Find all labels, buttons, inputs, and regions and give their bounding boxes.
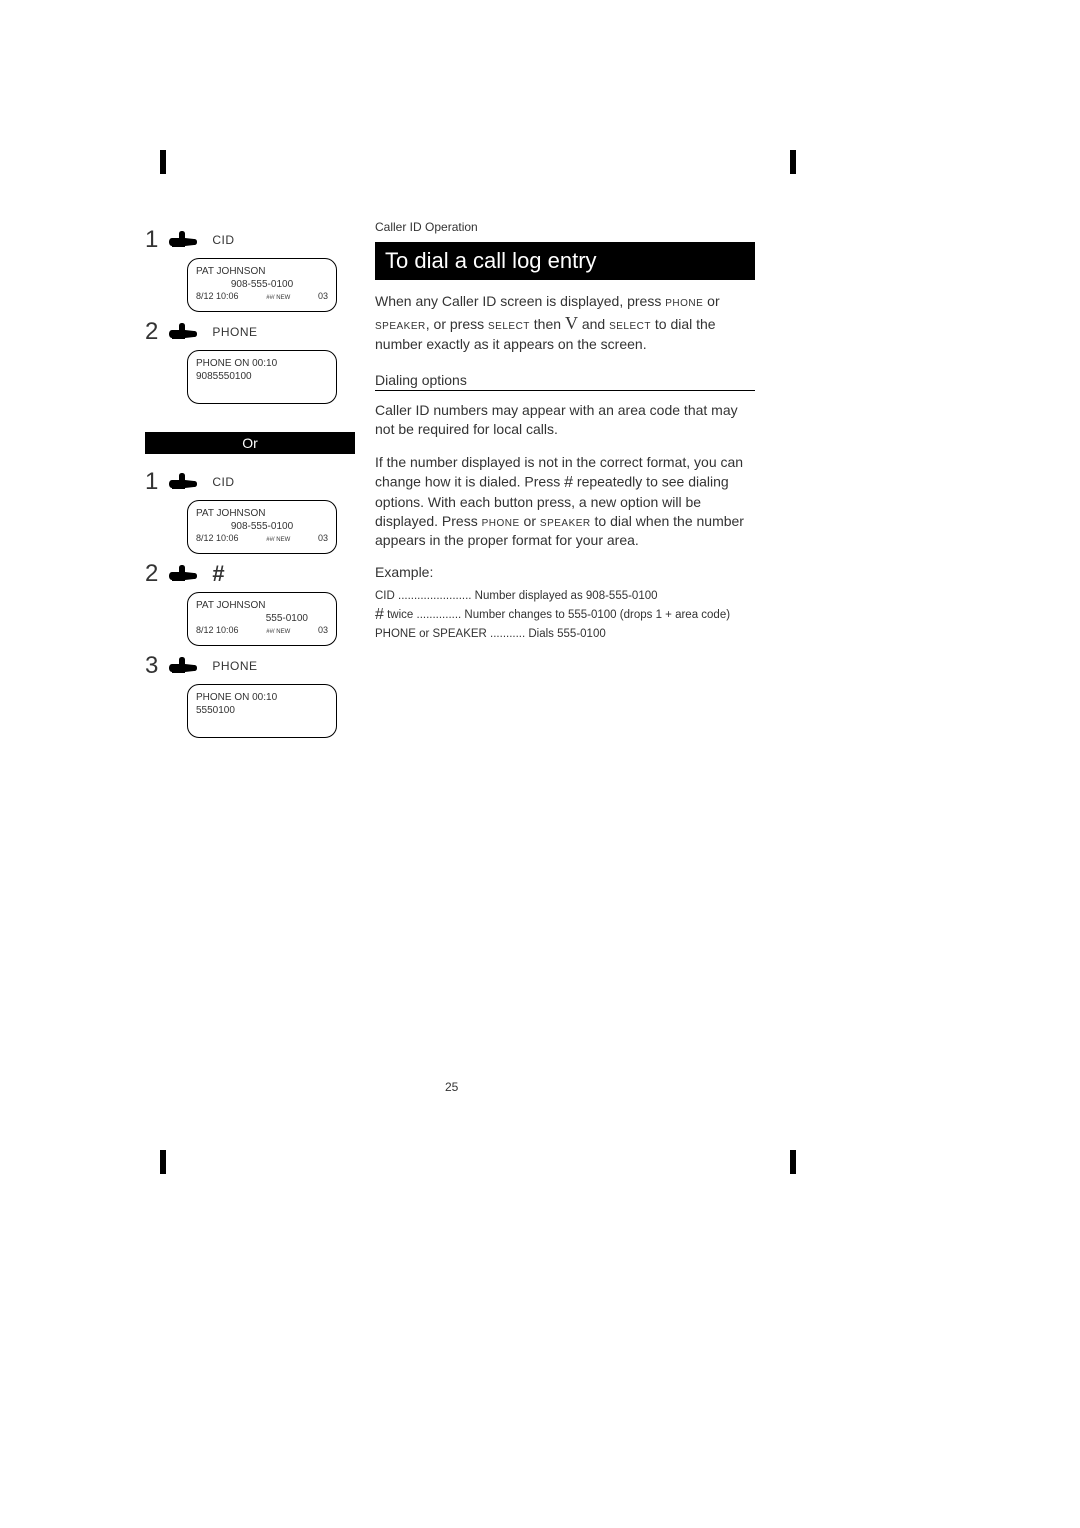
example-label: Example: xyxy=(375,564,755,580)
lcd-counter: 03 xyxy=(318,533,328,545)
pointing-hand-icon xyxy=(168,470,202,494)
pointing-hand-icon xyxy=(168,320,202,344)
step-number: 1 xyxy=(145,226,158,254)
step-a2: 2 PHONE xyxy=(145,318,355,346)
step-b1: 1 CID xyxy=(145,468,355,496)
lcd-line: 908-555-0100 xyxy=(196,520,328,533)
lcd-line: PAT JOHNSON xyxy=(196,265,328,278)
lcd-line: 555-0100 xyxy=(196,612,328,625)
key-down-arrow: V xyxy=(565,313,578,333)
lcd-datetime: 8/12 10:06 xyxy=(196,625,239,637)
text: or xyxy=(520,513,540,529)
lcd-line: 9085550100 xyxy=(196,370,328,383)
lcd-line: 5550100 xyxy=(196,704,328,717)
step-number: 2 xyxy=(145,318,158,346)
step-number: 3 xyxy=(145,652,158,680)
lcd-line: 908-555-0100 xyxy=(196,278,328,291)
lcd-line: 8/12 10:06 ##/ NEW 03 xyxy=(196,291,328,303)
section-kicker: Caller ID Operation xyxy=(375,220,755,234)
lcd-line: PAT JOHNSON xyxy=(196,599,328,612)
step-label: PHONE xyxy=(212,325,257,339)
text: , or press xyxy=(426,316,488,332)
key-select: SELECT xyxy=(488,316,530,332)
text: or xyxy=(703,293,719,309)
paragraph: Caller ID numbers may appear with an are… xyxy=(375,401,755,439)
lcd-new-indicator: ##/ NEW xyxy=(266,537,290,545)
crop-mark xyxy=(160,1150,166,1174)
example-row: CID ....................... Number displ… xyxy=(375,590,755,602)
subheading: Dialing options xyxy=(375,372,755,391)
text: and xyxy=(578,316,609,332)
key-speaker: SPEAKER xyxy=(540,513,591,529)
lcd-datetime: 8/12 10:06 xyxy=(196,291,239,303)
step-label: CID xyxy=(212,475,234,489)
step-number: 1 xyxy=(145,468,158,496)
lcd-line: PAT JOHNSON xyxy=(196,507,328,520)
step-a1: 1 CID xyxy=(145,226,355,254)
step-label-hash: # xyxy=(212,561,224,587)
key-speaker: SPEAKER xyxy=(375,316,426,332)
step-label: PHONE xyxy=(212,659,257,673)
lcd-screen: PAT JOHNSON 908-555-0100 8/12 10:06 ##/ … xyxy=(187,500,337,554)
key-phone: PHONE xyxy=(482,513,520,529)
lcd-screen: PHONE ON 00:10 5550100 xyxy=(187,684,337,738)
or-divider: Or xyxy=(145,432,355,454)
pointing-hand-icon xyxy=(168,562,202,586)
crop-mark xyxy=(790,150,796,174)
crop-mark xyxy=(790,1150,796,1174)
lcd-screen: PAT JOHNSON 555-0100 8/12 10:06 ##/ NEW … xyxy=(187,592,337,646)
lcd-line: 8/12 10:06 ##/ NEW 03 xyxy=(196,625,328,637)
step-b3: 3 PHONE xyxy=(145,652,355,680)
step-label: CID xyxy=(212,233,234,247)
lcd-line: 8/12 10:06 ##/ NEW 03 xyxy=(196,533,328,545)
text: then xyxy=(530,316,565,332)
lcd-line: PHONE ON 00:10 xyxy=(196,691,328,704)
paragraph: When any Caller ID screen is displayed, … xyxy=(375,292,755,354)
lcd-counter: 03 xyxy=(318,291,328,303)
example-row: # twice .............. Number changes to… xyxy=(375,606,755,624)
pointing-hand-icon xyxy=(168,228,202,252)
lcd-new-indicator: ##/ NEW xyxy=(266,295,290,303)
pointing-hand-icon xyxy=(168,654,202,678)
step-number: 2 xyxy=(145,560,158,588)
lcd-datetime: 8/12 10:06 xyxy=(196,533,239,545)
lcd-new-indicator: ##/ NEW xyxy=(266,629,290,637)
lcd-line: PHONE ON 00:10 xyxy=(196,357,328,370)
paragraph: If the number displayed is not in the co… xyxy=(375,453,755,550)
lcd-screen: PAT JOHNSON 908-555-0100 8/12 10:06 ##/ … xyxy=(187,258,337,312)
sidebar: 1 CID PAT JOHNSON 908-555-0100 8/12 10:0… xyxy=(145,220,355,738)
key-phone: PHONE xyxy=(665,293,703,309)
lcd-screen: PHONE ON 00:10 9085550100 xyxy=(187,350,337,404)
lcd-counter: 03 xyxy=(318,625,328,637)
example-row: PHONE or SPEAKER ........... Dials 555-0… xyxy=(375,628,755,640)
crop-mark xyxy=(160,150,166,174)
section-title: To dial a call log entry xyxy=(375,242,755,280)
key-select: SELECT xyxy=(609,316,651,332)
page-number: 25 xyxy=(445,1080,458,1094)
text: When any Caller ID screen is displayed, … xyxy=(375,293,665,309)
step-b2: 2 # xyxy=(145,560,355,588)
main-column: Caller ID Operation To dial a call log e… xyxy=(375,220,755,644)
text: twice .............. Number changes to 5… xyxy=(384,609,730,621)
key-hash: # xyxy=(375,606,384,623)
key-hash: # xyxy=(564,474,573,491)
